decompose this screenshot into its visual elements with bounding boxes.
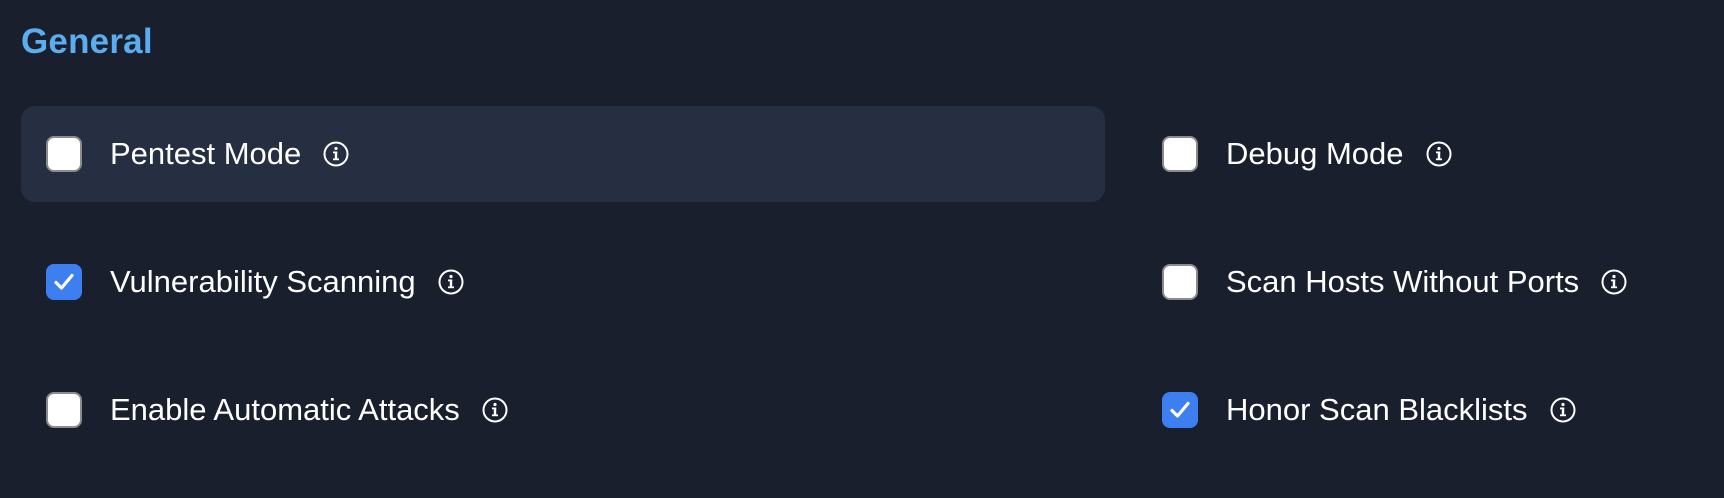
- info-circle-icon[interactable]: [1601, 269, 1627, 295]
- info-circle-icon[interactable]: [1426, 141, 1452, 167]
- option-vulnerability-scanning[interactable]: Vulnerability Scanning: [21, 234, 1105, 330]
- option-debug-mode[interactable]: Debug Mode: [1137, 106, 1697, 202]
- settings-page: General Pentest Mode Vulnerability Scann…: [0, 0, 1724, 498]
- honor-scan-blacklists-checkbox[interactable]: [1162, 392, 1198, 428]
- info-circle-icon[interactable]: [482, 397, 508, 423]
- section-title: General: [21, 22, 153, 61]
- option-enable-automatic-attacks[interactable]: Enable Automatic Attacks: [21, 362, 1105, 458]
- scan-hosts-without-ports-checkbox[interactable]: [1162, 264, 1198, 300]
- checkmark-icon: [54, 273, 74, 290]
- honor-scan-blacklists-label: Honor Scan Blacklists: [1226, 392, 1528, 427]
- enable-automatic-attacks-label: Enable Automatic Attacks: [110, 392, 460, 427]
- info-circle-icon[interactable]: [1550, 397, 1576, 423]
- debug-mode-label: Debug Mode: [1226, 136, 1404, 171]
- info-circle-icon[interactable]: [323, 141, 349, 167]
- vulnerability-scanning-checkbox[interactable]: [46, 264, 82, 300]
- pentest-mode-label: Pentest Mode: [110, 136, 302, 171]
- pentest-mode-checkbox[interactable]: [46, 136, 82, 172]
- option-honor-scan-blacklists[interactable]: Honor Scan Blacklists: [1137, 362, 1697, 458]
- vulnerability-scanning-label: Vulnerability Scanning: [110, 264, 416, 299]
- enable-automatic-attacks-checkbox[interactable]: [46, 392, 82, 428]
- option-pentest-mode[interactable]: Pentest Mode: [21, 106, 1105, 202]
- info-circle-icon[interactable]: [438, 269, 464, 295]
- checkmark-icon: [1170, 401, 1190, 418]
- debug-mode-checkbox[interactable]: [1162, 136, 1198, 172]
- scan-hosts-without-ports-label: Scan Hosts Without Ports: [1226, 264, 1580, 299]
- option-scan-hosts-without-ports[interactable]: Scan Hosts Without Ports: [1137, 234, 1697, 330]
